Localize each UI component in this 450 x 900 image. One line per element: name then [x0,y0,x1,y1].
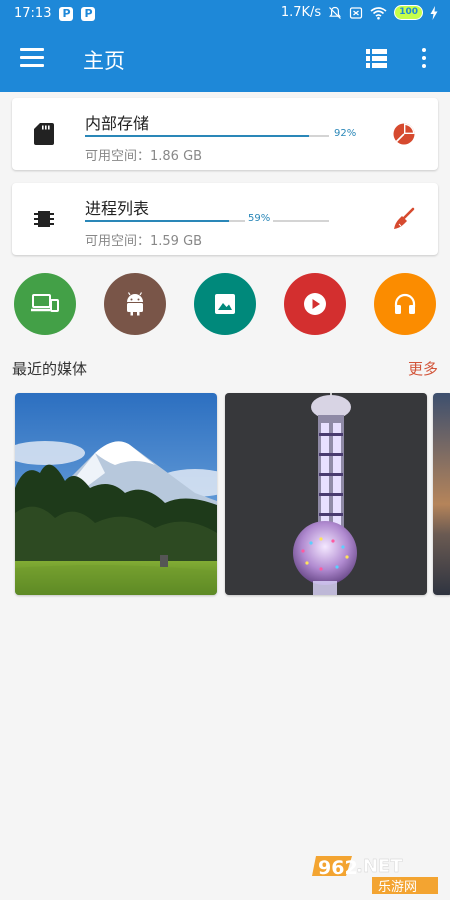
list-view-icon[interactable] [366,49,387,69]
videos-button[interactable] [284,273,346,335]
watermark-962: 962 [318,857,358,879]
tv-tower-night-image [225,393,427,595]
android-apps-button[interactable] [104,273,166,335]
charging-bolt-icon [430,5,438,20]
media-thumbnail-tower[interactable] [225,393,427,595]
process-progress-fill [85,220,229,222]
internal-storage-card[interactable]: 内部存储 92% 可用空间：1.86 GB [12,98,438,170]
sd-card-icon [34,123,54,145]
notification-app-icon: P [59,6,74,21]
process-free-space: 可用空间：1.59 GB [85,234,203,249]
storage-progress-bar [85,135,329,137]
image-icon [215,294,235,314]
process-title: 进程列表 [85,199,150,218]
storage-progress-fill [85,135,310,137]
storage-free-space: 可用空间：1.86 GB [85,149,203,164]
mountain-landscape-image [15,393,217,595]
notification-app-icon: P [81,6,96,21]
status-bar: 17:13 P P 1.7K/s 100 [0,0,450,28]
process-list-card[interactable]: 进程列表 59% 可用空间：1.59 GB [12,183,438,255]
process-percent: 59% [245,213,274,224]
network-speed: 1.7K/s [280,5,322,20]
headphones-audio-icon [394,293,416,314]
site-watermark-logo: 962 .NET 乐游网 [312,852,444,896]
devices-button[interactable] [14,273,76,335]
sunset-partial-image [433,393,450,595]
android-apps-icon [127,292,143,316]
recent-media-title: 最近的媒体 [12,360,88,378]
page-title: 主页 [83,49,125,73]
wifi-icon [370,6,387,19]
audio-button[interactable] [374,273,436,335]
video-play-icon [304,293,326,315]
devices-icon [31,294,59,312]
images-button[interactable] [194,273,256,335]
process-progress-bar [85,220,329,222]
svg-text:.NET: .NET [356,856,403,877]
storage-percent: 92% [334,128,357,139]
memory-chip-icon [34,211,54,227]
more-vert-icon[interactable] [420,48,428,72]
battery-indicator: 100 [394,5,423,20]
pie-chart-icon[interactable] [392,122,416,146]
app-bar: 主页 [0,28,450,92]
media-thumbnail-mountain[interactable] [15,393,217,595]
more-media-link[interactable]: 更多 [408,358,438,379]
svg-text:乐游网: 乐游网 [378,880,417,895]
media-thumbnail-partial[interactable] [433,393,450,595]
status-right: 1.7K/s 100 [281,5,438,20]
mute-bell-icon [329,6,342,19]
broom-clean-icon[interactable] [392,207,416,231]
status-time: 17:13 [14,6,52,21]
hamburger-menu-icon[interactable] [20,48,44,70]
status-left: 17:13 P P [14,6,96,21]
storage-title: 内部存储 [85,114,150,133]
sim-disabled-icon [350,6,363,19]
